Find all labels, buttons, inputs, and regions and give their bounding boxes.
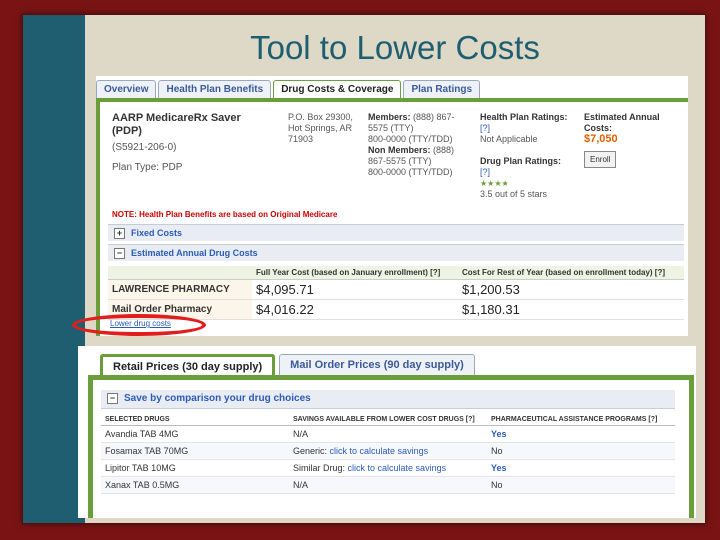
table-row: LAWRENCE PHARMACY $4,095.71 $1,200.53 <box>108 279 684 300</box>
table-header: Full Year Cost (based on January enrollm… <box>252 266 458 280</box>
estimated-costs: Estimated Annual Costs: $7,050 Enroll <box>584 112 680 168</box>
rest-year-cost: $1,180.31 <box>458 299 684 320</box>
members-label: Members: <box>368 112 411 122</box>
savings-text: N/A <box>293 480 309 490</box>
highlight-oval <box>72 314 206 336</box>
table-row: Mail Order Pharmacy $4,016.22 $1,180.31 <box>108 299 684 320</box>
save-by-comparison-row[interactable]: − Save by comparison your drug choices <box>101 390 675 409</box>
pharmacy-name: LAWRENCE PHARMACY <box>108 279 252 300</box>
drug-name: Fosamax TAB 70MG <box>101 442 289 460</box>
expand-plus-icon[interactable]: + <box>114 228 125 240</box>
drug-ratings-label: Drug Plan Ratings: <box>480 156 562 166</box>
star-rating-icon: ★★★★ <box>480 179 509 188</box>
tab-overview[interactable]: Overview <box>96 80 157 100</box>
health-ratings-help[interactable]: [?] <box>480 123 490 133</box>
drug-savings-table: SELECTED DRUGS SAVINGS AVAILABLE FROM LO… <box>101 414 675 494</box>
rest-year-cost: $1,200.53 <box>458 279 684 300</box>
table-header-row: Full Year Cost (based on January enrollm… <box>108 266 684 280</box>
enroll-button[interactable]: Enroll <box>584 151 617 168</box>
savings-cell: N/A <box>289 425 487 443</box>
table-header: SAVINGS AVAILABLE FROM LOWER COST DRUGS … <box>289 414 487 426</box>
fixed-costs-row[interactable]: + Fixed Costs <box>108 224 684 241</box>
pap-value: No <box>487 442 675 460</box>
estimated-drug-costs-label: Estimated Annual Drug Costs <box>131 248 258 258</box>
calculate-savings-link[interactable]: click to calculate savings <box>348 463 447 473</box>
price-tabs: Retail Prices (30 day supply) Mail Order… <box>100 354 475 377</box>
slide-title: Tool to Lower Costs <box>250 29 540 66</box>
plan-id: (S5921-206-0) <box>112 142 177 153</box>
drug-name: Avandia TAB 4MG <box>101 425 289 443</box>
non-members-tty: 800-0000 (TTY/TDD) <box>368 167 453 177</box>
calculate-savings-link[interactable]: click to calculate savings <box>330 446 429 456</box>
savings-text: Generic: <box>293 446 328 456</box>
pap-value[interactable]: Yes <box>487 425 675 443</box>
collapse-minus-icon[interactable]: − <box>107 392 118 404</box>
table-header: SELECTED DRUGS <box>101 414 289 426</box>
tab-retail-prices[interactable]: Retail Prices (30 day supply) <box>100 354 276 377</box>
table-row: Lipitor TAB 10MG Similar Drug: click to … <box>101 459 675 477</box>
savings-cell: Generic: click to calculate savings <box>289 442 487 460</box>
plan-name: AARP MedicareRx Saver (PDP) <box>112 112 241 137</box>
full-year-cost: $4,016.22 <box>252 299 458 320</box>
tab-mail-order-prices[interactable]: Mail Order Prices (90 day supply) <box>279 354 475 377</box>
plan-ratings: Health Plan Ratings: [?] Not Applicable … <box>480 112 576 200</box>
health-ratings-label: Health Plan Ratings: <box>480 112 568 122</box>
tab-health-plan-benefits[interactable]: Health Plan Benefits <box>158 80 272 100</box>
plan-details-screenshot: Overview Health Plan Benefits Drug Costs… <box>96 76 688 336</box>
health-ratings-value: Not Applicable <box>480 134 538 144</box>
estimated-drug-costs-row[interactable]: − Estimated Annual Drug Costs <box>108 244 684 261</box>
table-header-row: SELECTED DRUGS SAVINGS AVAILABLE FROM LO… <box>101 414 675 426</box>
drug-cost-table: Full Year Cost (based on January enrollm… <box>108 266 684 320</box>
benefits-note: NOTE: Health Plan Benefits are based on … <box>112 210 338 219</box>
plan-panel: AARP MedicareRx Saver (PDP) (S5921-206-0… <box>96 98 688 336</box>
savings-cell: Similar Drug: click to calculate savings <box>289 459 487 477</box>
savings-cell: N/A <box>289 476 487 494</box>
table-row: Xanax TAB 0.5MG N/A No <box>101 476 675 494</box>
plan-tabs: Overview Health Plan Benefits Drug Costs… <box>96 80 481 100</box>
members-tty: 800-0000 (TTY/TDD) <box>368 134 453 144</box>
table-header: Cost For Rest of Year (based on enrollme… <box>458 266 684 280</box>
table-header <box>108 266 252 280</box>
savings-text: Similar Drug: <box>293 463 346 473</box>
price-comparison-screenshot: Retail Prices (30 day supply) Mail Order… <box>78 346 696 518</box>
drug-name: Lipitor TAB 10MG <box>101 459 289 477</box>
plan-address: P.O. Box 29300, Hot Springs, AR 71903 <box>288 112 353 144</box>
price-panel: − Save by comparison your drug choices SE… <box>88 375 694 518</box>
tab-plan-ratings[interactable]: Plan Ratings <box>403 80 481 100</box>
tab-drug-costs-coverage[interactable]: Drug Costs & Coverage <box>273 80 402 100</box>
savings-text: N/A <box>293 429 309 439</box>
non-members-label: Non Members: <box>368 145 431 155</box>
drug-ratings-value: 3.5 out of 5 stars <box>480 189 548 199</box>
pap-value: No <box>487 476 675 494</box>
estimated-label: Estimated Annual Costs: <box>584 112 660 133</box>
table-row: Avandia TAB 4MG N/A Yes <box>101 425 675 443</box>
slide-accent-bar <box>23 15 85 523</box>
collapse-minus-icon[interactable]: − <box>114 248 125 260</box>
save-by-comparison-label: Save by comparison your drug choices <box>124 393 311 404</box>
member-contacts: Members: (888) 867-5575 (TTY) 800-0000 (… <box>368 112 472 178</box>
fixed-costs-label: Fixed Costs <box>131 228 183 238</box>
drug-ratings-help[interactable]: [?] <box>480 167 490 177</box>
drug-name: Xanax TAB 0.5MG <box>101 476 289 494</box>
pap-value[interactable]: Yes <box>487 459 675 477</box>
full-year-cost: $4,095.71 <box>252 279 458 300</box>
table-header: PHARMACEUTICAL ASSISTANCE PROGRAMS [?] <box>487 414 675 426</box>
plan-type: Plan Type: PDP <box>112 162 183 173</box>
table-row: Fosamax TAB 70MG Generic: click to calcu… <box>101 442 675 460</box>
estimated-value: $7,050 <box>584 133 618 145</box>
